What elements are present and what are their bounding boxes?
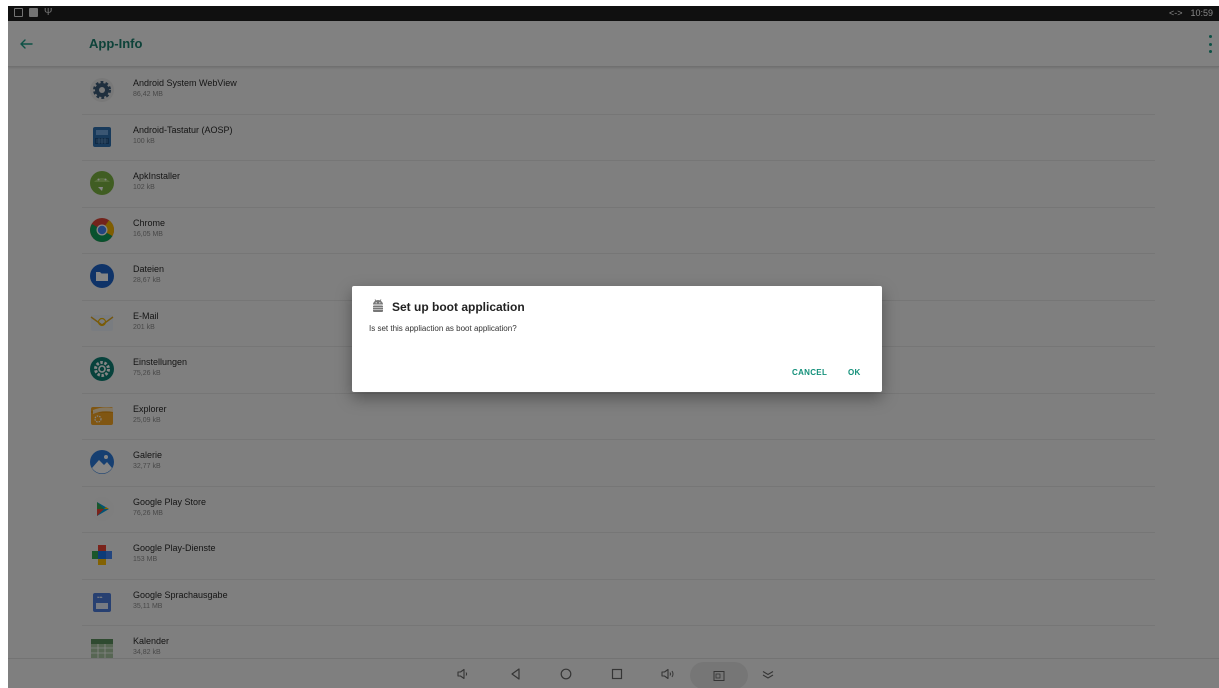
cancel-button[interactable]: CANCEL xyxy=(792,368,827,377)
boot-application-dialog: Set up boot application Is set this appl… xyxy=(352,286,882,392)
android-robot-icon xyxy=(373,299,383,312)
android-screen: Ψ <-> 10:59 App-Info Android System WebV… xyxy=(8,6,1219,688)
ok-button[interactable]: OK xyxy=(848,368,861,377)
dialog-message: Is set this appliaction as boot applicat… xyxy=(369,324,517,333)
dialog-title: Set up boot application xyxy=(392,300,525,314)
